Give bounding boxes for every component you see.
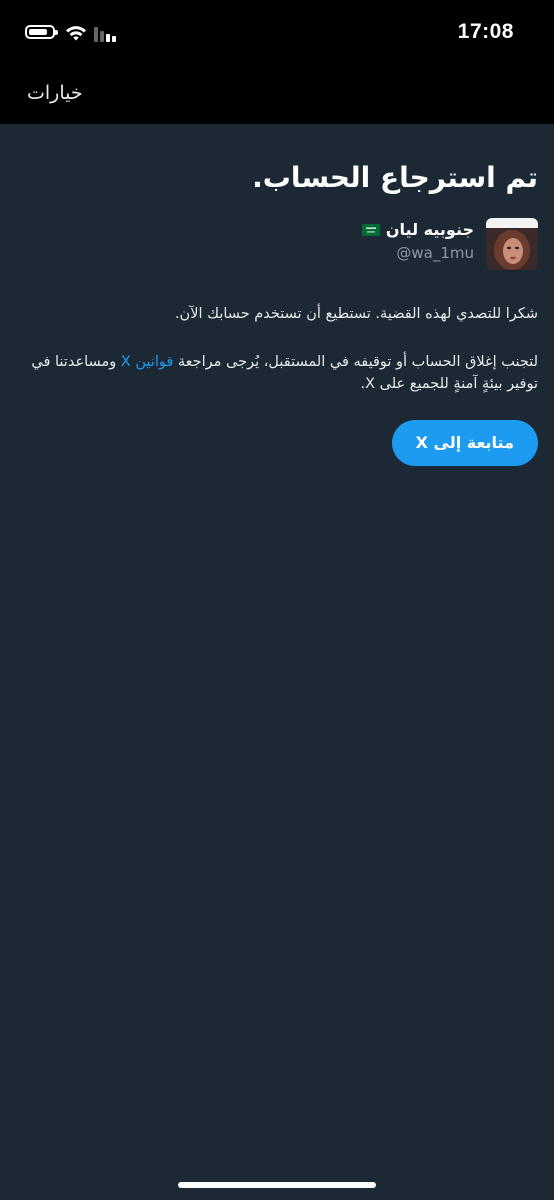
- signal-icon: [94, 27, 116, 42]
- account-handle: @wa_1mu: [396, 244, 474, 262]
- wifi-icon: [66, 26, 86, 41]
- battery-icon: [25, 25, 58, 39]
- options-button[interactable]: خيارات: [27, 82, 83, 104]
- saudi-flag-icon: [361, 223, 380, 236]
- main-content: تم استرجاع الحساب. جنوبيه ليان @wa_1mu ش…: [22, 150, 538, 466]
- account-name: جنوبيه ليان: [385, 220, 474, 239]
- guidance-message: لتجنب إغلاق الحساب أو توقيفه في المستقبل…: [22, 351, 538, 395]
- nav-bar: خيارات: [0, 68, 554, 124]
- account-card: جنوبيه ليان @wa_1mu: [22, 218, 538, 273]
- status-time: 17:08: [457, 20, 514, 43]
- avatar: [486, 218, 538, 270]
- x-rules-link[interactable]: قوانين X: [121, 354, 173, 370]
- home-indicator[interactable]: [178, 1182, 376, 1188]
- guidance-text-before: لتجنب إغلاق الحساب أو توقيفه في المستقبل…: [173, 354, 538, 370]
- status-bar: 17:08: [0, 0, 554, 68]
- thanks-message: شكرا للتصدي لهذه القضية. تستطيع أن تستخد…: [174, 306, 538, 322]
- account-name-row: جنوبيه ليان: [361, 220, 474, 239]
- page-title: تم استرجاع الحساب.: [252, 161, 538, 194]
- continue-to-x-button[interactable]: متابعة إلى X: [391, 420, 538, 466]
